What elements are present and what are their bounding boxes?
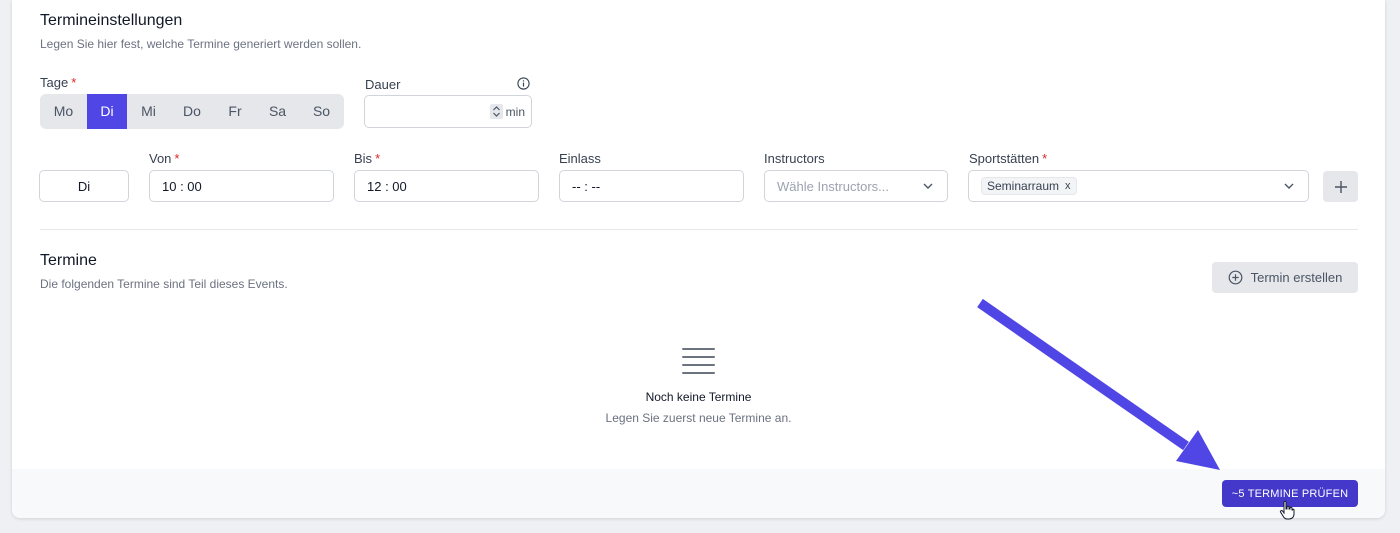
remove-tag-icon[interactable]: x [1065, 180, 1071, 192]
to-label-text: Bis [354, 151, 373, 166]
event-card: Termineinstellungen Legen Sie hier fest,… [12, 0, 1385, 518]
duration-unit: min [505, 104, 525, 119]
required-mark: * [375, 151, 381, 166]
card-footer [12, 469, 1385, 518]
day-sa-button[interactable]: Sa [256, 94, 299, 129]
create-termin-label: Termin erstellen [1250, 270, 1343, 285]
chevron-down-icon [1284, 183, 1294, 189]
to-time-input[interactable]: 12 : 00 [354, 170, 539, 202]
day-mo-button[interactable]: Mo [40, 94, 87, 129]
check-termine-button[interactable]: ~5 TERMINE PRÜFEN [1222, 480, 1358, 507]
duration-label: Dauer [365, 77, 401, 92]
from-label: Von * [149, 151, 179, 166]
venues-label: Sportstätten * [969, 151, 1047, 166]
day-do-button[interactable]: Do [170, 94, 214, 129]
venue-tag-label: Seminarraum [987, 179, 1060, 193]
day-di-button[interactable]: Di [87, 94, 127, 129]
from-label-text: Von [149, 151, 172, 166]
from-time-input[interactable]: 10 : 00 [149, 170, 334, 202]
required-mark: * [71, 75, 77, 90]
admission-label: Einlass [559, 151, 601, 166]
required-mark: * [1042, 151, 1048, 166]
plus-circle-icon [1228, 270, 1243, 285]
day-chip: Di [39, 170, 129, 202]
required-mark: * [174, 151, 180, 166]
instructors-select[interactable]: Wähle Instructors... [764, 170, 948, 202]
venue-tag: Seminarraum x [981, 177, 1077, 195]
admission-time-input[interactable]: -- : -- [559, 170, 744, 202]
settings-subtitle: Legen Sie hier fest, welche Termine gene… [40, 37, 362, 51]
add-row-button[interactable] [1323, 171, 1358, 202]
days-label: Tage * [40, 75, 76, 90]
empty-state-subtitle: Legen Sie zuerst neue Termine an. [605, 411, 792, 425]
settings-title: Termineinstellungen [40, 12, 183, 29]
days-label-text: Tage [40, 75, 69, 90]
empty-state-title: Noch keine Termine [645, 390, 752, 404]
day-mi-button[interactable]: Mi [127, 94, 170, 129]
plus-icon [1334, 180, 1347, 193]
to-label: Bis * [354, 151, 380, 166]
venues-select[interactable]: Seminarraum x [968, 170, 1309, 202]
instructors-label: Instructors [764, 151, 825, 166]
create-termin-button[interactable]: Termin erstellen [1212, 262, 1358, 293]
termine-title: Termine [40, 252, 97, 269]
instructors-placeholder: Wähle Instructors... [777, 178, 889, 194]
spinner-icon[interactable] [489, 104, 503, 119]
list-icon [682, 348, 715, 380]
info-circle-icon[interactable] [517, 77, 530, 90]
section-divider [40, 229, 1358, 230]
day-selector: Mo Di Mi Do Fr Sa So [40, 94, 344, 129]
day-fr-button[interactable]: Fr [214, 94, 256, 129]
termine-subtitle: Die folgenden Termine sind Teil dieses E… [40, 277, 288, 291]
day-so-button[interactable]: So [299, 94, 344, 129]
chevron-down-icon [923, 183, 933, 189]
venues-label-text: Sportstätten [969, 151, 1040, 166]
duration-input[interactable]: min [364, 95, 532, 128]
